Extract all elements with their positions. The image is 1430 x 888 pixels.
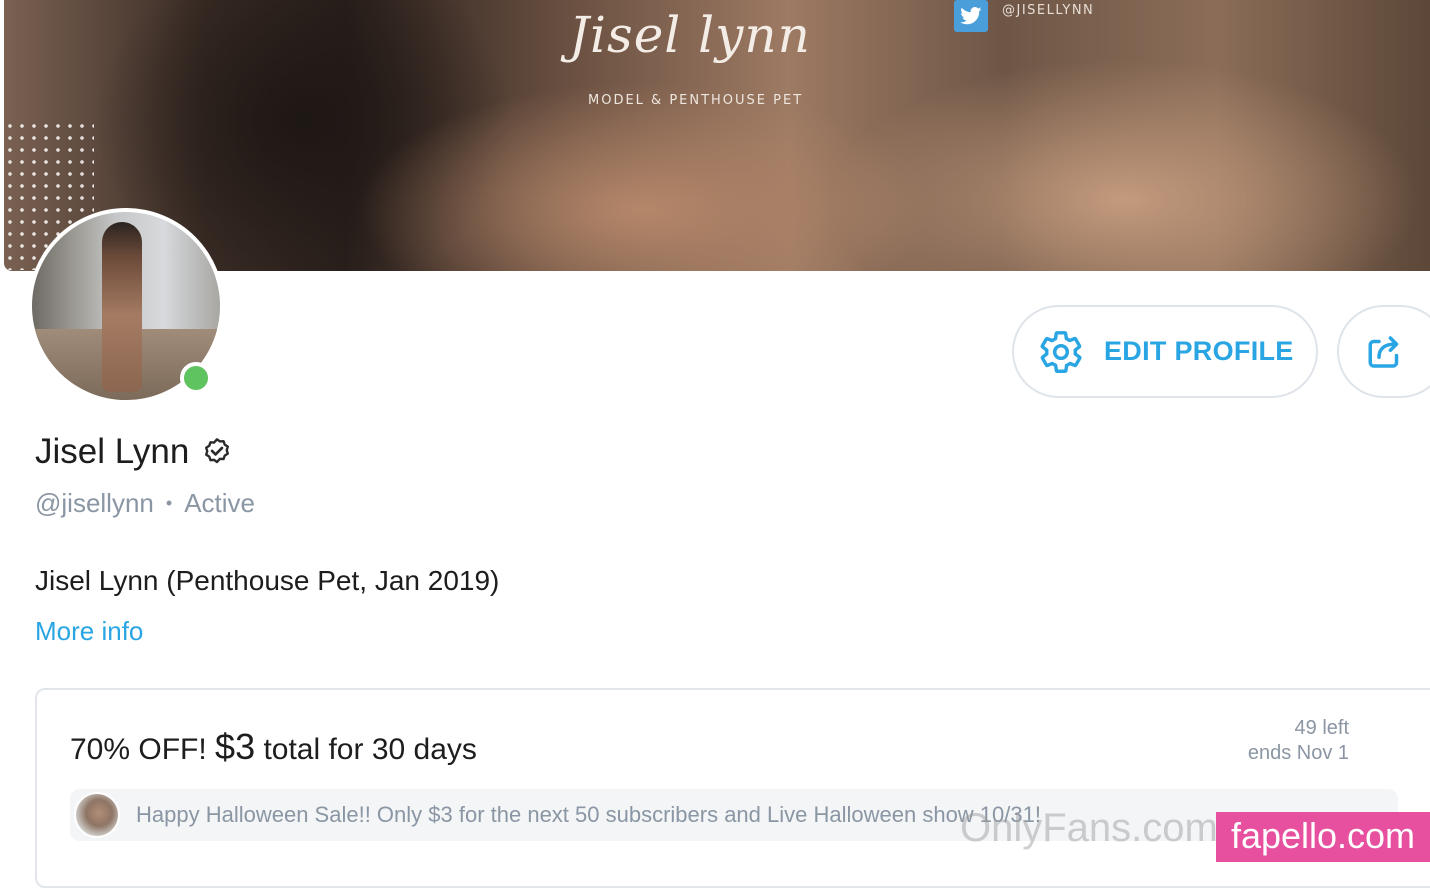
verified-badge-icon — [205, 438, 230, 464]
profile-status: Active — [184, 488, 256, 518]
promo-end-date: ends Nov 1 — [1247, 742, 1349, 764]
promo-title: 70% OFF! $3 total for 30 days — [70, 726, 477, 768]
promo-remaining: 49 left — [1294, 717, 1349, 739]
promo-availability: 49 left ends Nov 1 — [1197, 716, 1349, 766]
promo-discount: 70% OFF! — [70, 733, 207, 766]
profile-handle: @jisellynn — [35, 488, 154, 518]
avatar-photo-figure — [102, 222, 142, 392]
profile-name: Jisel Lynn — [35, 432, 190, 471]
more-info-link[interactable]: More info — [35, 616, 143, 647]
promo-message-text: Happy Halloween Sale!! Only $3 for the n… — [136, 802, 1041, 827]
promo-avatar — [74, 792, 120, 838]
edit-profile-label: EDIT PROFILE — [1104, 336, 1294, 366]
promo-price: $3 — [215, 726, 256, 767]
banner-subtitle: MODEL & PENTHOUSE PET — [588, 93, 804, 108]
online-status-indicator — [180, 362, 212, 394]
handle-row: @jisellynn • Active — [35, 488, 255, 519]
separator-dot: • — [165, 493, 173, 513]
share-button[interactable] — [1337, 305, 1430, 398]
profile-banner: Jisel lynn MODEL & PENTHOUSE PET @JISELL… — [4, 0, 1430, 271]
share-icon — [1368, 336, 1399, 368]
gear-icon — [1040, 330, 1082, 373]
edit-profile-button[interactable]: EDIT PROFILE — [1012, 305, 1318, 398]
twitter-bird-icon — [954, 0, 988, 32]
profile-name-row: Jisel Lynn — [35, 432, 233, 472]
banner-title: Jisel lynn — [569, 6, 811, 64]
onlyfans-watermark: OnlyFans.com — [960, 806, 1218, 850]
profile-bio: Jisel Lynn (Penthouse Pet, Jan 2019) — [35, 565, 500, 596]
promo-duration: total for 30 days — [263, 733, 477, 766]
fapello-watermark: fapello.com — [1216, 812, 1430, 862]
banner-twitter-handle: @JISELLYNN — [1002, 3, 1095, 18]
